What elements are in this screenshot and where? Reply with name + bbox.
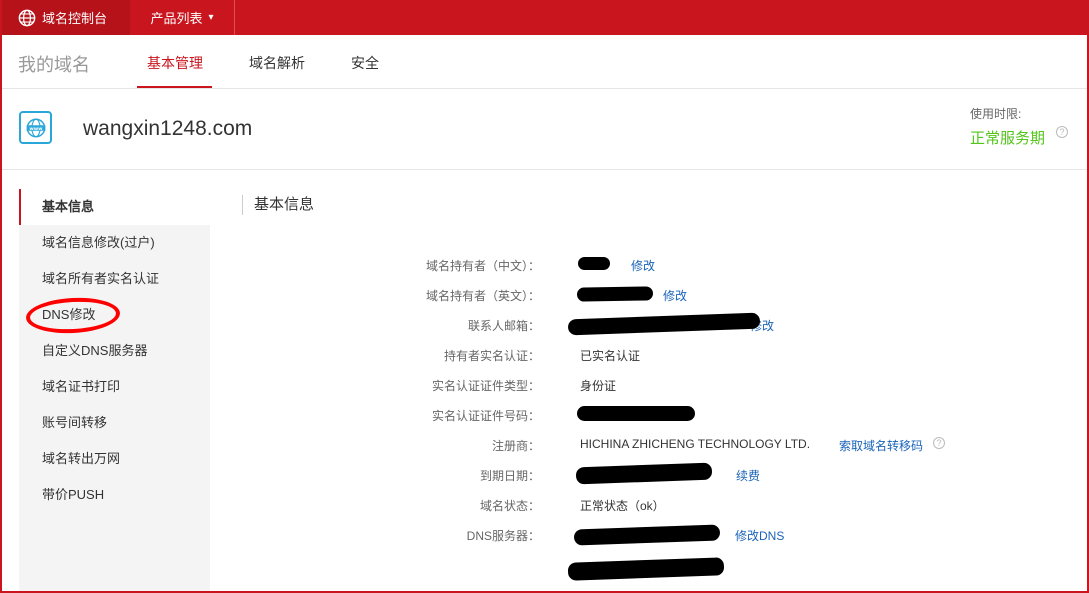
sidebar-item-custom-dns-server[interactable]: 自定义DNS服务器 xyxy=(19,333,210,369)
modify-dns-link[interactable]: 修改DNS xyxy=(735,527,784,544)
sidebar-item-push-with-price[interactable]: 带价PUSH xyxy=(19,477,210,513)
top-bar: 域名控制台 产品列表 ▾ xyxy=(0,0,1089,35)
row-value: 正常状态（ok） xyxy=(580,499,665,513)
modify-link[interactable]: 修改 xyxy=(663,287,687,304)
help-icon[interactable]: ? xyxy=(933,437,945,449)
chevron-down-icon: ▾ xyxy=(208,12,214,23)
info-row-registrar: 注册商： HICHINA ZHICHENG TECHNOLOGY LTD. 索取… xyxy=(300,434,1080,454)
info-row-id-type: 实名认证证件类型： 身份证 xyxy=(300,374,1080,394)
info-row-owner-cn: 域名持有者（中文）： 修改 xyxy=(300,254,1080,274)
redaction-mark xyxy=(577,406,695,421)
product-list-menu[interactable]: 产品列表 ▾ xyxy=(130,0,235,35)
row-label: 域名状态： xyxy=(479,499,540,513)
sidebar-item-domain-info-modify[interactable]: 域名信息修改(过户) xyxy=(19,225,210,261)
sidebar: 基本信息 域名信息修改(过户) 域名所有者实名认证 DNS修改 自定义DNS服务… xyxy=(19,189,210,593)
product-list-label: 产品列表 xyxy=(150,11,203,26)
row-value: HICHINA ZHICHENG TECHNOLOGY LTD. xyxy=(580,437,811,451)
www-globe-icon: www xyxy=(19,111,52,144)
usage-status: 正常服务期 xyxy=(970,130,1046,147)
row-label: 到期日期： xyxy=(479,469,540,483)
sidebar-item-owner-verification[interactable]: 域名所有者实名认证 xyxy=(19,261,210,297)
row-label: 域名持有者（中文）： xyxy=(425,259,540,273)
row-value: 身份证 xyxy=(580,379,617,393)
row-value: 已实名认证 xyxy=(580,349,641,363)
modify-link[interactable]: 修改 xyxy=(631,257,655,274)
renew-link[interactable]: 续费 xyxy=(736,467,760,484)
info-row-verification: 持有者实名认证： 已实名认证 xyxy=(300,344,1080,364)
tab-dns-resolution[interactable]: 域名解析 xyxy=(249,53,305,73)
brand-label: 域名控制台 xyxy=(42,11,108,26)
brand-home-link[interactable]: 域名控制台 xyxy=(0,0,130,35)
row-label: 实名认证证件类型： xyxy=(431,379,540,393)
tab-security[interactable]: 安全 xyxy=(351,53,379,73)
domain-nav: 我的域名 基本管理 域名解析 安全 xyxy=(0,35,1089,89)
sidebar-item-dns-modify[interactable]: DNS修改 xyxy=(19,297,210,333)
sidebar-item-account-transfer[interactable]: 账号间转移 xyxy=(19,405,210,441)
info-row-status: 域名状态： 正常状态（ok） xyxy=(300,494,1080,514)
row-label: 联系人邮箱： xyxy=(467,319,540,333)
row-label: 域名持有者（英文）： xyxy=(425,289,540,303)
section-title: 基本信息 xyxy=(242,195,314,215)
sidebar-item-transfer-out[interactable]: 域名转出万网 xyxy=(19,441,210,477)
tab-basic-management[interactable]: 基本管理 xyxy=(147,53,203,73)
row-label: 实名认证证件号码： xyxy=(431,409,540,423)
help-icon[interactable]: ? xyxy=(1056,126,1068,138)
redaction-mark xyxy=(567,557,725,581)
redaction-mark xyxy=(576,286,654,302)
redaction-mark xyxy=(578,257,610,270)
domain-name: wangxin1248.com xyxy=(83,117,253,140)
row-label: 注册商： xyxy=(491,439,540,453)
usage-period-label: 使用时限: xyxy=(970,107,1022,121)
active-tab-indicator xyxy=(137,86,212,88)
info-row-owner-en: 域名持有者（英文）： 修改 xyxy=(300,284,1080,304)
domain-header: www wangxin1248.com 使用时限: 正常服务期 ? xyxy=(0,90,1089,170)
sidebar-item-basic-info[interactable]: 基本信息 xyxy=(19,189,210,225)
request-transfer-code-link[interactable]: 索取域名转移码 xyxy=(839,437,923,454)
row-label: DNS服务器： xyxy=(466,529,540,543)
page-title: 我的域名 xyxy=(18,55,90,75)
globe-icon xyxy=(18,9,36,26)
sidebar-item-certificate-print[interactable]: 域名证书打印 xyxy=(19,369,210,405)
row-label: 持有者实名认证： xyxy=(443,349,540,363)
svg-text:www: www xyxy=(29,127,43,132)
